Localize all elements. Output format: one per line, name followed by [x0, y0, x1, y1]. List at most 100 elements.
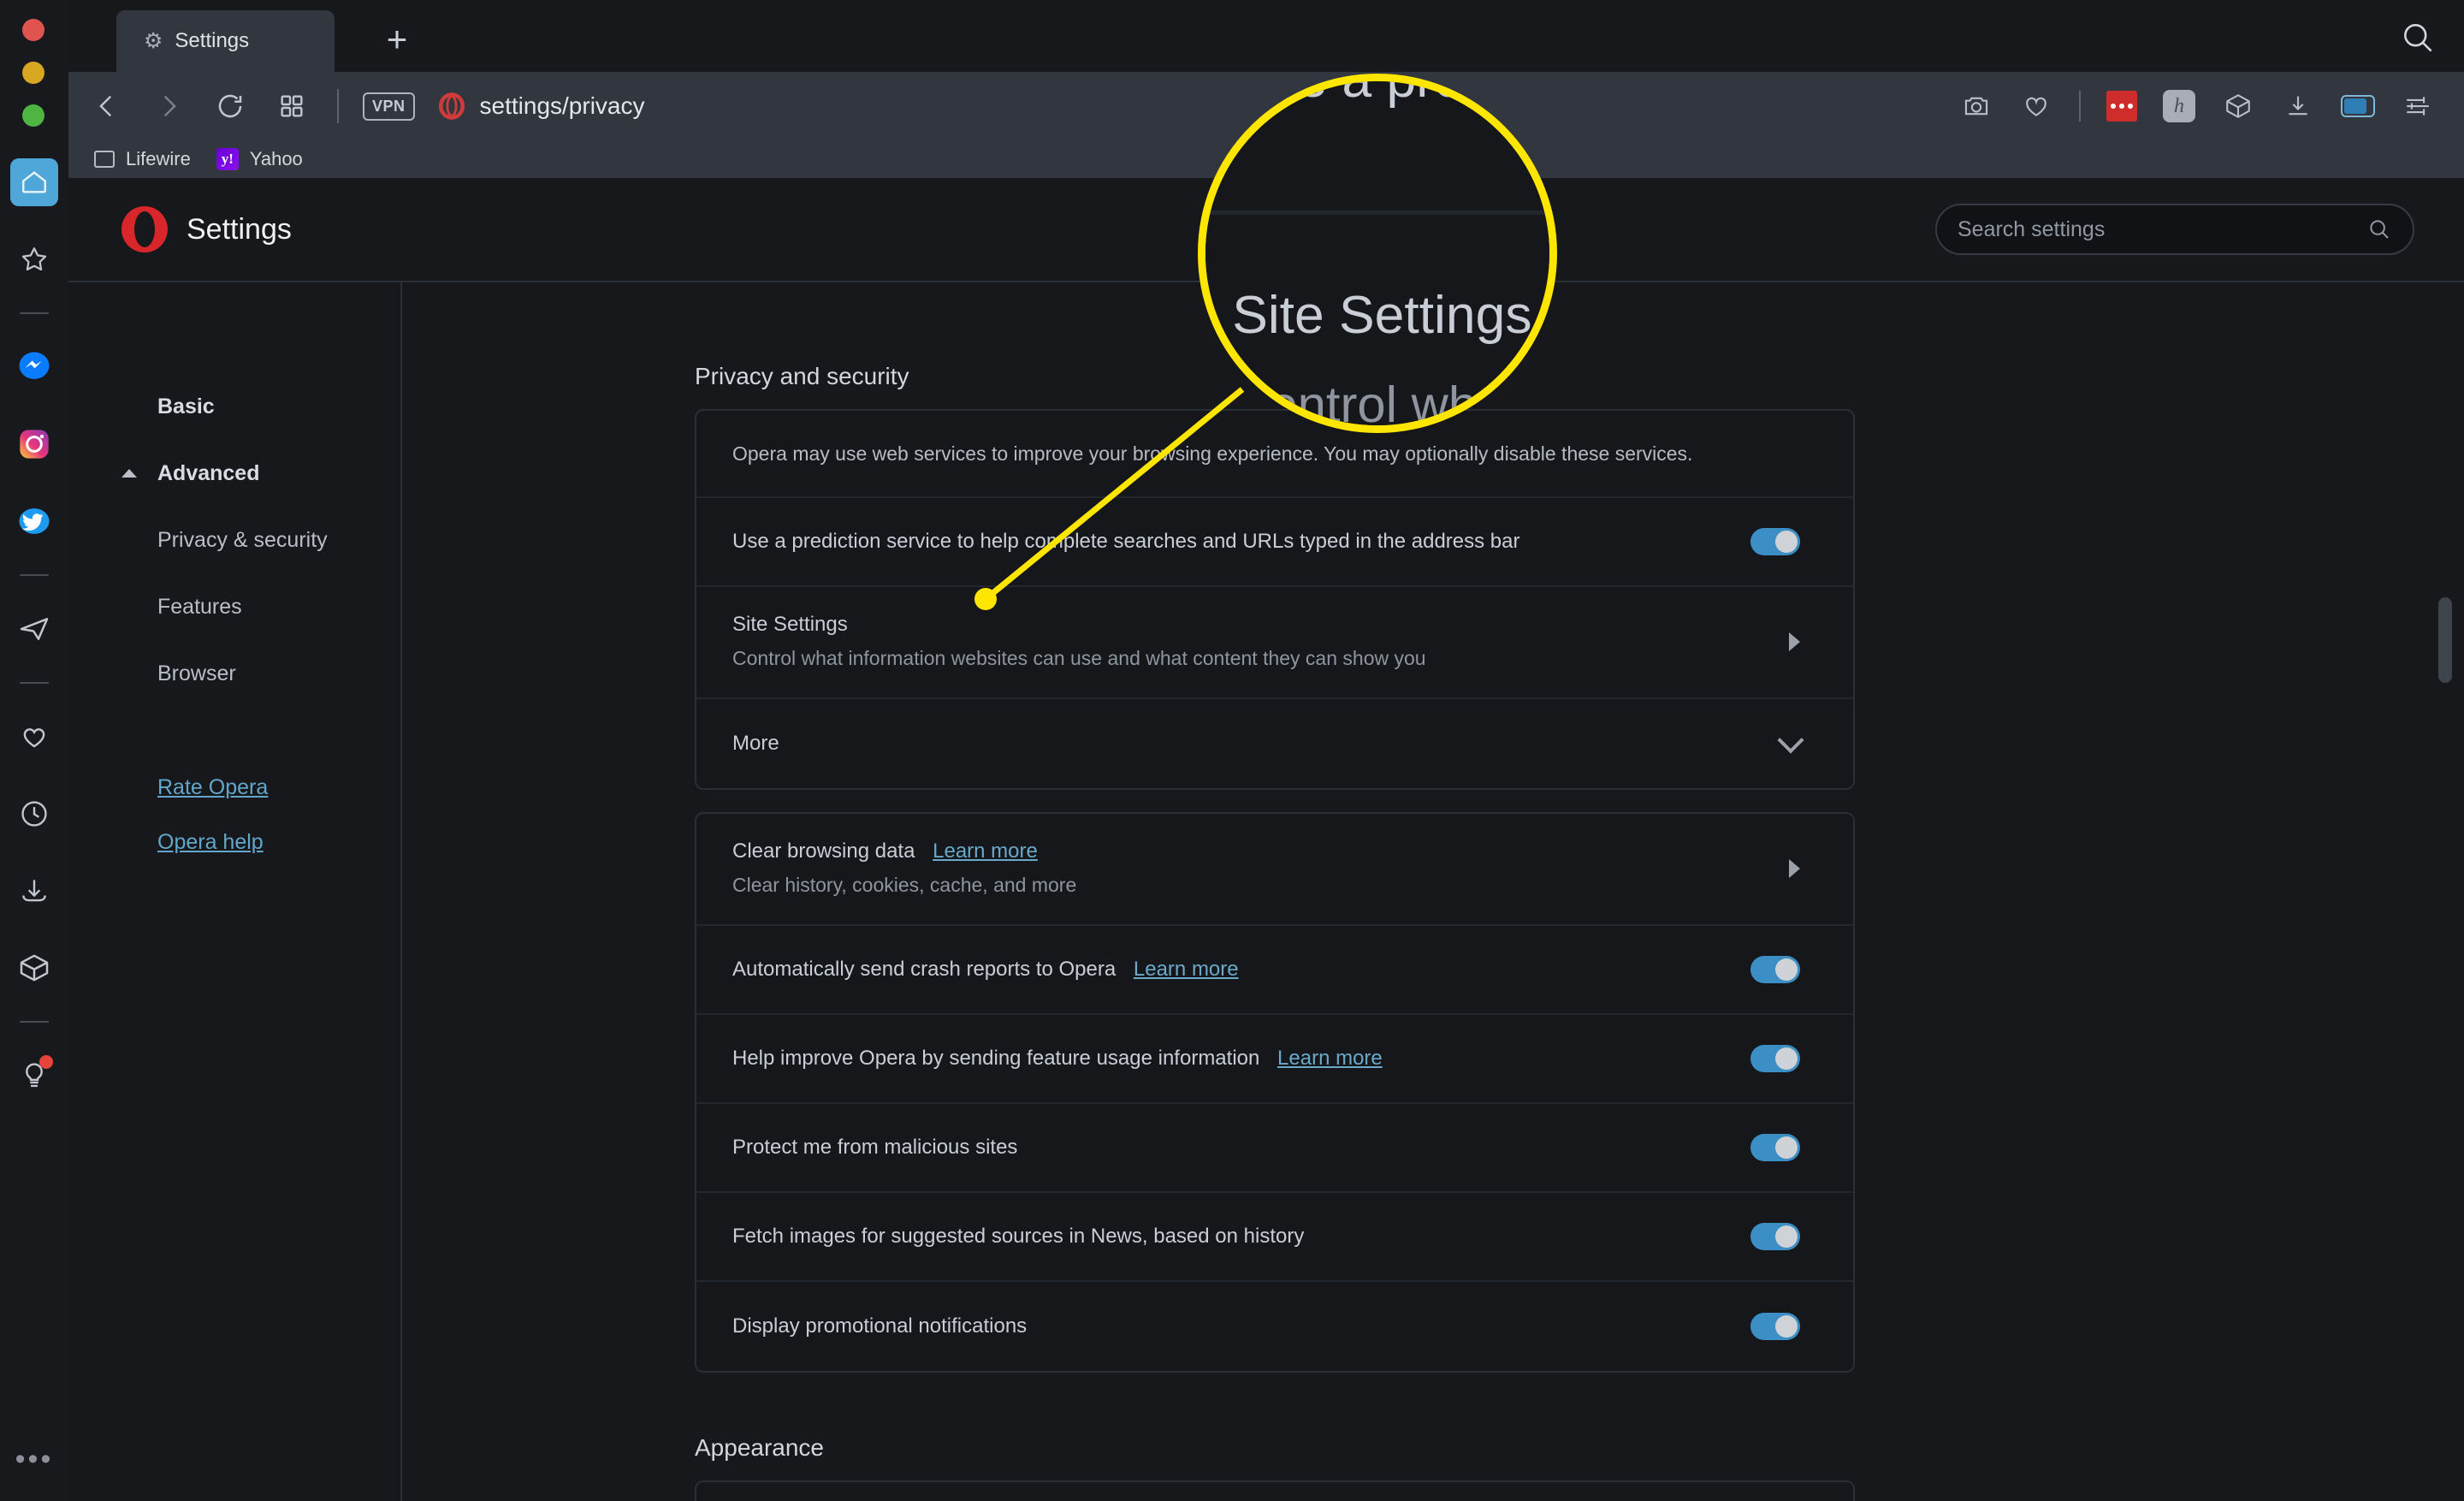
crash-reports-toggle[interactable] [1750, 956, 1800, 984]
sidebar-item-twitter[interactable] [10, 497, 58, 545]
sidebar-rail-icons [0, 158, 68, 1129]
save-to-pinboard-button[interactable] [2019, 89, 2053, 123]
adblock-dot [2128, 104, 2133, 109]
yahoo-icon: y! [216, 148, 239, 170]
chevron-right-icon[interactable] [1789, 632, 1800, 651]
tab-strip: ⚙ Settings + [68, 0, 2464, 72]
download-icon [2289, 96, 2307, 116]
rail-divider [20, 574, 49, 576]
minimize-window-button[interactable] [22, 62, 44, 84]
sidebar-item-label: Advanced [157, 460, 260, 485]
sidebar-item-home[interactable] [10, 158, 58, 206]
battery-saver-button[interactable] [2341, 89, 2375, 123]
sidebar-item-messenger[interactable] [10, 343, 58, 391]
window-search-button[interactable] [2399, 19, 2438, 58]
adblock-dot [2119, 104, 2124, 109]
content-scrollbar[interactable] [2438, 597, 2452, 683]
sidebar-item-label: Browser [157, 661, 236, 685]
learn-more-link[interactable]: Learn more [1134, 958, 1239, 981]
opera-help-link[interactable]: Opera help [68, 815, 400, 869]
history-icon [21, 801, 47, 827]
sidebar-item-telegram[interactable] [10, 605, 58, 653]
sidebar-item-browser[interactable]: Browser [68, 640, 400, 707]
messenger-icon [19, 352, 50, 379]
easy-setup-button[interactable] [2401, 89, 2435, 123]
tab-settings[interactable]: ⚙ Settings [116, 10, 335, 72]
more-expander-row[interactable]: More [696, 699, 1853, 788]
sidebar-item-pinboards[interactable] [10, 713, 58, 761]
sidebar-item-favorites[interactable] [10, 235, 58, 283]
prediction-service-row[interactable]: Use a prediction service to help complet… [696, 498, 1853, 588]
bookmark-lifewire[interactable]: Lifewire [94, 148, 191, 170]
forward-button[interactable] [145, 83, 192, 129]
new-tab-button[interactable]: + [376, 21, 418, 62]
bookmark-label: Lifewire [126, 148, 191, 169]
settings-content: Privacy and security Opera may use web s… [404, 282, 2464, 1501]
sidebar-item-tips[interactable] [10, 1052, 58, 1100]
sidebar-item-downloads[interactable] [10, 867, 58, 915]
malicious-sites-toggle[interactable] [1750, 1134, 1800, 1162]
privacy-card-secondary: Clear browsing data Learn more Clear his… [695, 812, 1855, 1373]
clear-browsing-data-row[interactable]: Clear browsing data Learn more Clear his… [696, 814, 1853, 927]
sidebar-item-extensions[interactable] [10, 944, 58, 992]
promotional-notifications-toggle[interactable] [1750, 1313, 1800, 1341]
sidebar-item-privacy-security[interactable]: Privacy & security [68, 507, 400, 573]
chevron-down-icon[interactable] [1777, 727, 1804, 754]
speed-dial-button[interactable] [269, 83, 315, 129]
opera-site-icon [438, 92, 465, 120]
crash-reports-row[interactable]: Automatically send crash reports to Oper… [696, 926, 1853, 1016]
fetch-images-toggle[interactable] [1750, 1223, 1800, 1251]
tab-title: Settings [175, 29, 250, 52]
magnified-card: Use a prediction Site Settings Control w… [1205, 81, 1549, 425]
close-window-button[interactable] [22, 19, 44, 41]
extensions-button[interactable] [2221, 89, 2255, 123]
rate-opera-link[interactable]: Rate Opera [68, 760, 400, 815]
screenshot-root: ••• ⚙ Settings + VPN settings/privacy h … [0, 0, 2464, 1501]
section-title-appearance: Appearance [695, 1434, 825, 1462]
adblock-extension-button[interactable] [2106, 91, 2137, 122]
crash-reports-text: Automatically send crash reports to Oper… [732, 958, 1116, 982]
feature-usage-row[interactable]: Help improve Opera by sending feature us… [696, 1015, 1853, 1105]
sidebar-more-button[interactable]: ••• [0, 1445, 68, 1474]
sidebar-item-label: Privacy & security [157, 527, 328, 552]
twitter-icon [19, 508, 50, 534]
sidebar-item-basic[interactable]: Basic [68, 373, 400, 440]
feature-usage-text: Help improve Opera by sending feature us… [732, 1047, 1260, 1071]
sidebar-item-history[interactable] [10, 790, 58, 838]
toolbar-right-icons: h [1959, 89, 2464, 123]
fetch-images-row[interactable]: Fetch images for suggested sources in Ne… [696, 1193, 1853, 1283]
vpn-badge[interactable]: VPN [363, 92, 415, 121]
magnifier-callout: Use a prediction Site Settings Control w… [1198, 74, 1557, 433]
promotional-notifications-row[interactable]: Display promotional notifications [696, 1282, 1853, 1371]
settings-nav: Basic Advanced Privacy & security Featur… [68, 282, 402, 1501]
malicious-sites-row[interactable]: Protect me from malicious sites [696, 1104, 1853, 1194]
section-title-privacy: Privacy and security [695, 363, 909, 389]
prediction-service-toggle[interactable] [1750, 528, 1800, 556]
honey-extension-button[interactable]: h [2163, 90, 2195, 122]
bookmark-yahoo[interactable]: y! Yahoo [216, 148, 303, 170]
malicious-sites-label: Protect me from malicious sites [732, 1136, 1018, 1160]
magnified-prediction-label: Use a prediction [1205, 81, 1549, 215]
site-settings-row[interactable]: Site Settings Control what information w… [696, 587, 1853, 700]
address-bar[interactable]: settings/privacy [437, 92, 644, 121]
reload-button[interactable] [207, 83, 253, 129]
downloads-button[interactable] [2281, 89, 2315, 123]
back-icon [99, 95, 112, 117]
chevron-right-icon[interactable] [1789, 858, 1800, 878]
home-icon [22, 171, 46, 193]
sidebar-item-features[interactable]: Features [68, 573, 400, 640]
sidebar-item-advanced[interactable]: Advanced [68, 440, 400, 507]
clear-browsing-data-text: Clear browsing data [732, 839, 915, 863]
heart-icon [23, 728, 45, 748]
search-settings-input[interactable]: Search settings [1935, 204, 2414, 255]
dark-theme-row[interactable]: Enable dark theme [696, 1482, 1853, 1501]
settings-sliders-icon [2407, 97, 2429, 116]
maximize-window-button[interactable] [22, 104, 44, 127]
snapshot-button[interactable] [1959, 89, 1993, 123]
learn-more-link[interactable]: Learn more [1277, 1047, 1383, 1070]
sidebar-item-instagram[interactable] [10, 420, 58, 468]
learn-more-link[interactable]: Learn more [933, 839, 1038, 863]
back-button[interactable] [84, 83, 130, 129]
feature-usage-toggle[interactable] [1750, 1045, 1800, 1073]
bookmark-label: Yahoo [249, 148, 303, 169]
